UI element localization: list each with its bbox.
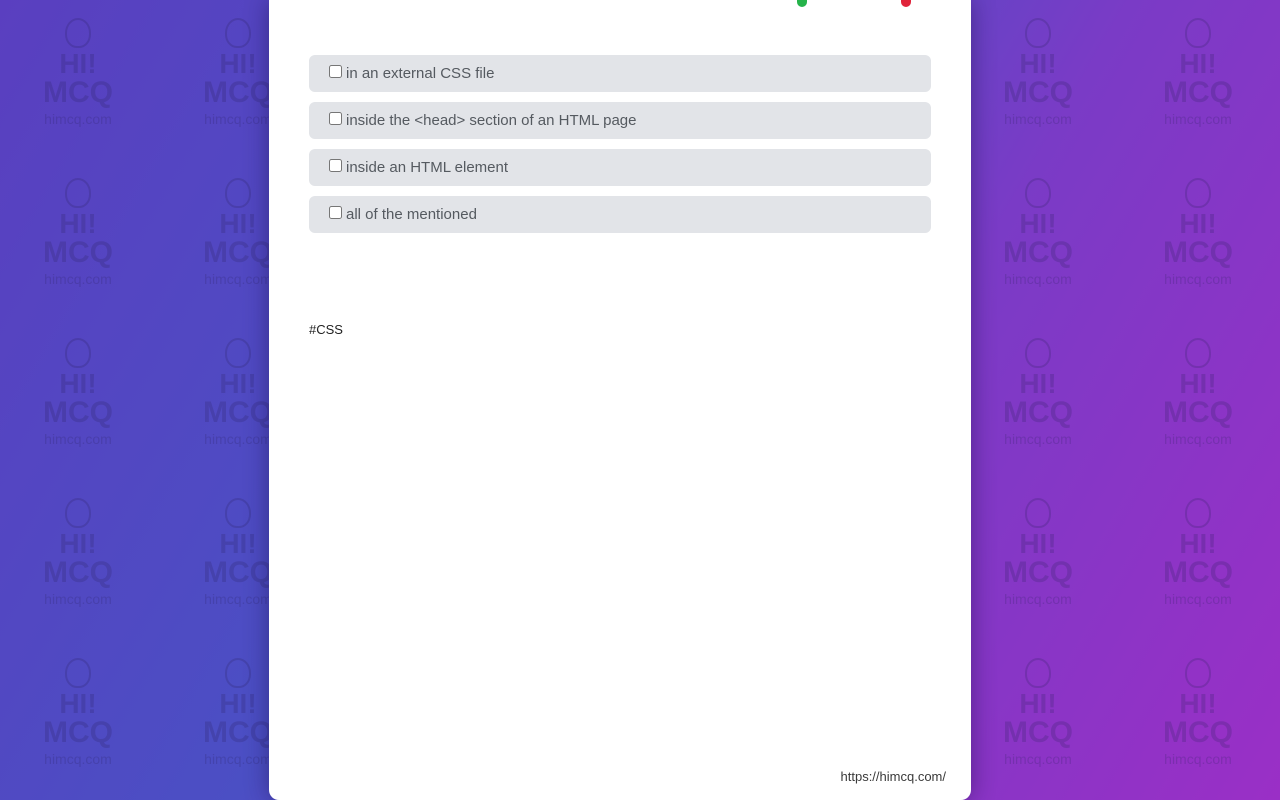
answer-option-4[interactable]: all of the mentioned [309, 196, 931, 233]
watermark-logo: HI! MCQ himcq.com [28, 18, 128, 126]
answer-checkbox-1[interactable] [329, 65, 342, 78]
watermark-logo: HI! MCQ himcq.com [1148, 658, 1248, 766]
watermark-logo: HI! MCQ himcq.com [1148, 498, 1248, 606]
share-icons [707, 0, 911, 7]
watermark-logo: HI! MCQ himcq.com [1148, 338, 1248, 446]
answer-checkbox-4[interactable] [329, 206, 342, 219]
topic-tag[interactable]: #CSS [309, 322, 343, 337]
question-card: in an external CSS file inside the <head… [269, 0, 971, 800]
whatsapp-icon[interactable] [796, 0, 807, 7]
answer-checkbox-3[interactable] [329, 159, 342, 172]
watermark-logo: HI! MCQ himcq.com [988, 338, 1088, 446]
footer-url[interactable]: https://himcq.com/ [841, 769, 946, 784]
watermark-logo: HI! MCQ himcq.com [988, 18, 1088, 126]
answer-checkbox-2[interactable] [329, 112, 342, 125]
watermark-logo: HI! MCQ himcq.com [28, 498, 128, 606]
answer-label-2: inside the <head> section of an HTML pag… [346, 112, 637, 129]
watermark-logo: HI! MCQ himcq.com [988, 658, 1088, 766]
watermark-logo: HI! MCQ himcq.com [988, 498, 1088, 606]
answer-label-1: in an external CSS file [346, 65, 495, 82]
answer-label-4: all of the mentioned [346, 206, 477, 223]
answer-option-2[interactable]: inside the <head> section of an HTML pag… [309, 102, 931, 139]
answer-options: in an external CSS file inside the <head… [309, 55, 931, 243]
watermark-logo: HI! MCQ himcq.com [28, 178, 128, 286]
pinterest-icon[interactable] [901, 0, 911, 7]
watermark-logo: HI! MCQ himcq.com [1148, 178, 1248, 286]
watermark-logo: HI! MCQ himcq.com [28, 338, 128, 446]
answer-label-3: inside an HTML element [346, 159, 509, 176]
watermark-logo: HI! MCQ himcq.com [1148, 18, 1248, 126]
watermark-logo: HI! MCQ himcq.com [28, 658, 128, 766]
answer-option-3[interactable]: inside an HTML element [309, 149, 931, 186]
answer-option-1[interactable]: in an external CSS file [309, 55, 931, 92]
watermark-logo: HI! MCQ himcq.com [988, 178, 1088, 286]
